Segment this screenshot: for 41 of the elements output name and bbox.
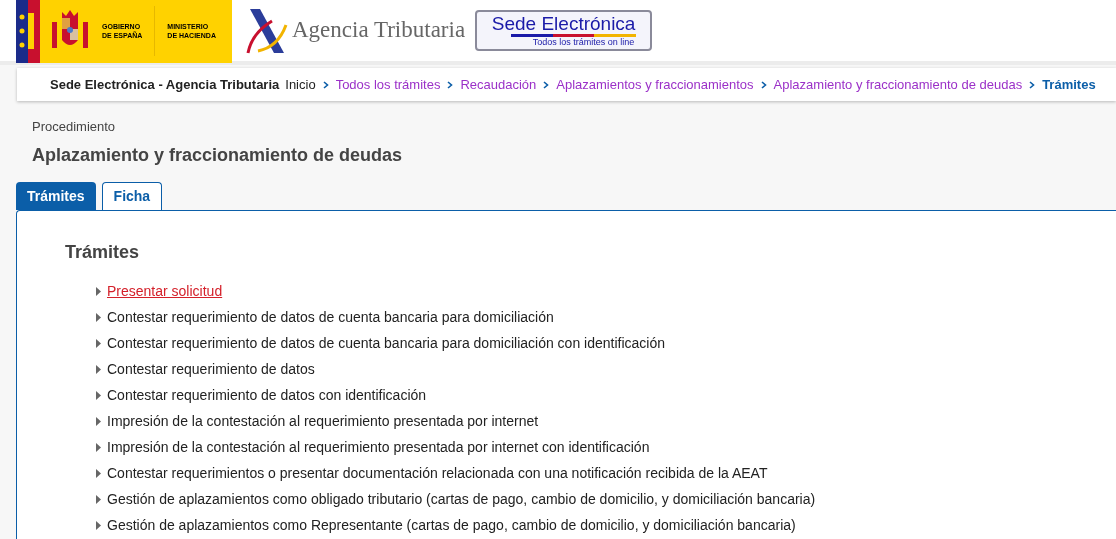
- triangle-icon: [96, 286, 101, 296]
- triangle-icon: [96, 364, 101, 374]
- chevron-icon: [543, 80, 550, 89]
- triangle-icon: [96, 338, 101, 348]
- procedure-link[interactable]: Gestión de aplazamientos como obligado tributario (cartas de pago, cambio de domicilio, y domiciliación bancaria): [107, 488, 816, 510]
- breadcrumb-link[interactable]: Inicio: [285, 74, 316, 95]
- procedure-link[interactable]: Contestar requerimiento de datos con identificación: [107, 384, 427, 406]
- chevron-icon: [322, 80, 329, 89]
- procedure-link[interactable]: Contestar requerimiento de datos de cuenta bancaria para domiciliación con identificación: [107, 332, 665, 354]
- section-title: Trámites: [65, 241, 141, 263]
- triangle-icon: [96, 442, 101, 452]
- tab[interactable]: Ficha: [101, 182, 163, 210]
- breadcrumb-link[interactable]: Recaudación: [460, 74, 537, 95]
- procedure-title: Aplazamiento y fraccionamiento de deudas: [32, 144, 404, 166]
- sede-subtitle: Todos los trámites on line: [532, 36, 635, 48]
- triangle-icon: [96, 416, 101, 426]
- procedure-link[interactable]: Impresión de la contestación al requerimiento presentada por internet: [107, 410, 539, 432]
- procedure-label: Procedimiento: [32, 119, 117, 135]
- breadcrumb-link[interactable]: Aplazamientos y fraccionamientos: [556, 74, 754, 95]
- sede-title: Sede Electrónica: [491, 13, 636, 34]
- triangle-icon: [96, 494, 101, 504]
- agency-name: Agencia Tributaria: [292, 16, 466, 45]
- procedure-link[interactable]: Gestión de aplazamientos como Representante (cartas de pago, cambio de domicilio, y domiciliación bancaria): [107, 514, 796, 536]
- triangle-icon: [96, 312, 101, 322]
- chevron-icon: [760, 80, 767, 89]
- triangle-icon: [96, 520, 101, 530]
- site-name: Sede Electrónica - Agencia Tributaria: [50, 75, 280, 94]
- chevron-icon: [447, 80, 454, 89]
- chevron-icon: [1029, 80, 1036, 89]
- procedure-link[interactable]: Contestar requerimiento de datos: [107, 358, 315, 380]
- tab[interactable]: Trámites: [16, 182, 96, 210]
- procedure-link[interactable]: Impresión de la contestación al requerimiento presentada por internet con identificación: [107, 436, 650, 458]
- triangle-icon: [96, 390, 101, 400]
- current-page-link[interactable]: Trámites: [1042, 74, 1096, 95]
- procedure-link[interactable]: Contestar requerimiento de datos de cuenta bancaria para domiciliación: [107, 306, 554, 328]
- agency-logo-icon: [244, 6, 288, 55]
- procedure-link[interactable]: Contestar requerimientos o presentar documentación relacionada con una notificación recibida de la AEAT: [107, 462, 768, 484]
- procedure-link[interactable]: Presentar solicitud: [107, 280, 223, 302]
- breadcrumb-link[interactable]: Aplazamiento y fraccionamiento de deudas: [773, 74, 1023, 95]
- breadcrumb-link[interactable]: Todos los trámites: [335, 74, 441, 95]
- triangle-icon: [96, 468, 101, 478]
